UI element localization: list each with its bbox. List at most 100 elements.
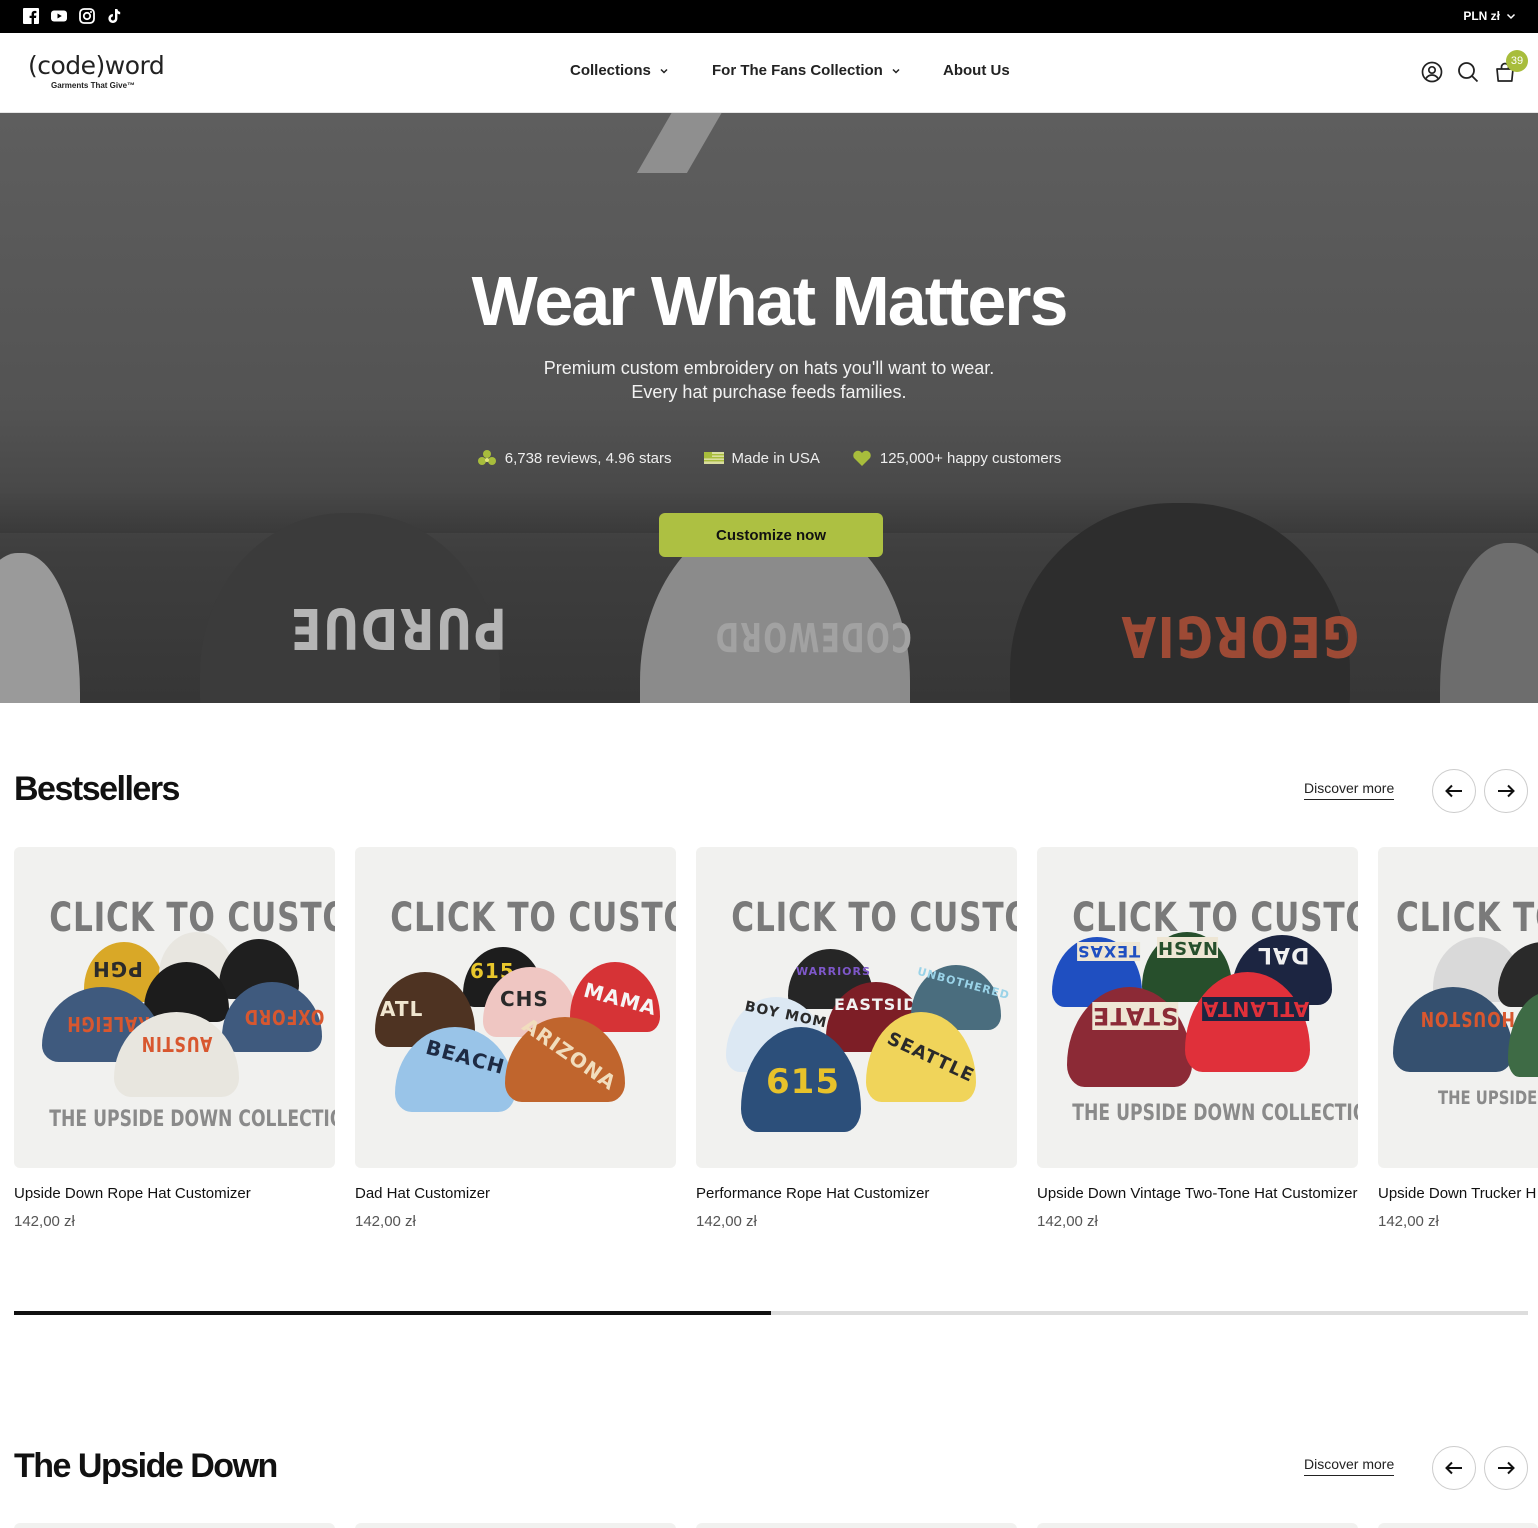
hat-label: OXFORD	[244, 1005, 325, 1029]
nav-about-us[interactable]: About Us	[943, 62, 1010, 79]
hero-cap-label-georgia: GEORGIA	[1119, 603, 1360, 668]
hat-label: TEXAS	[1077, 942, 1141, 961]
customize-now-button[interactable]: Customize now	[659, 513, 883, 557]
product-name[interactable]: Performance Rope Hat Customizer	[696, 1182, 1017, 1206]
usa-flag-icon	[703, 452, 724, 464]
reviews-badge: 6,738 reviews, 4.96 stars	[477, 449, 672, 467]
chevron-down-icon	[892, 68, 900, 74]
product-price: 142,00 zł	[355, 1213, 416, 1230]
hero-title: Wear What Matters	[471, 262, 1069, 340]
instagram-icon[interactable]	[79, 8, 95, 24]
trust-badges: 6,738 reviews, 4.96 stars Made in USA 12…	[0, 449, 1538, 467]
upside-down-card[interactable]	[1037, 1523, 1358, 1528]
product-name[interactable]: Upside Down Rope Hat Customizer	[14, 1182, 335, 1206]
collection-text: THE UPSIDE DOWN COLLECTION	[49, 1107, 335, 1132]
logo-tagline: Garments That Give™	[51, 81, 136, 90]
upside-down-card[interactable]	[355, 1523, 676, 1528]
carousel-progress-bar[interactable]	[14, 1311, 1528, 1315]
hero-cap-left-edge	[0, 553, 80, 703]
arrow-right-icon	[1498, 1461, 1515, 1475]
product-price: 142,00 zł	[1037, 1213, 1098, 1230]
product-image[interactable]: CLICK TO CUSTOMIZE WARRIORS BOY MOM EAST…	[696, 847, 1017, 1168]
product-card[interactable]: CLICK TO CUSTOMIZE TEXAS NASH DAL STATE …	[1037, 847, 1358, 1234]
nav-fans-collection[interactable]: For The Fans Collection	[712, 62, 901, 79]
bestsellers-prev-button[interactable]	[1432, 769, 1476, 813]
arrow-right-icon	[1498, 784, 1515, 798]
bestsellers-next-button[interactable]	[1484, 769, 1528, 813]
product-banner-text: CLICK TO CUSTOMIZE	[731, 895, 1017, 941]
facebook-icon[interactable]	[23, 8, 39, 24]
hero-subtitle-line2: Every hat purchase feeds families.	[631, 382, 907, 402]
product-banner-text: CLICK TO CUSTOMIZE	[49, 895, 335, 941]
product-banner-text: CLICK TO C	[1396, 895, 1538, 941]
product-price: 142,00 zł	[696, 1213, 757, 1230]
product-card[interactable]: CLICK TO CUSTOMIZE PGH RALEIGH OXFORD AU…	[14, 847, 335, 1234]
nav-fans-label: For The Fans Collection	[712, 62, 883, 79]
product-name[interactable]: Dad Hat Customizer	[355, 1182, 676, 1206]
nav-collections[interactable]: Collections	[570, 62, 669, 79]
hero-background-detail	[636, 113, 734, 173]
made-in-usa-text: Made in USA	[731, 449, 820, 467]
chevron-down-icon	[660, 68, 668, 74]
upside-down-title: The Upside Down	[14, 1447, 278, 1485]
product-price: 142,00 zł	[1378, 1213, 1439, 1230]
hat-label: STATE	[1092, 1002, 1179, 1030]
product-banner-text: CLICK TO CUSTOMIZE	[390, 895, 676, 941]
hat-label: ATL	[380, 997, 424, 1021]
logo[interactable]: (code)word Garments That Give™	[28, 51, 165, 90]
product-image[interactable]: CLICK TO C HOUSTON THE UPSIDE DOU	[1378, 847, 1538, 1168]
hero-subtitle-line1: Premium custom embroidery on hats you'll…	[543, 358, 995, 378]
product-card[interactable]: CLICK TO CUSTOMIZE 615 ATL CHS MAMA BEAC…	[355, 847, 676, 1234]
upside-down-next-button[interactable]	[1484, 1446, 1528, 1490]
hat-label: CHS	[500, 987, 549, 1011]
customers-badge: 125,000+ happy customers	[852, 449, 1061, 467]
chevron-down-icon	[1506, 13, 1516, 20]
search-icon[interactable]	[1457, 61, 1479, 83]
upside-down-prev-button[interactable]	[1432, 1446, 1476, 1490]
currency-selector[interactable]: PLN zł	[1463, 9, 1516, 23]
youtube-icon[interactable]	[51, 8, 67, 24]
announcement-bar: PLN zł	[0, 0, 1538, 33]
hero-banner: PURDUE CODEWORD GEORGIA Wear What Matter…	[0, 113, 1538, 703]
nav-collections-label: Collections	[570, 62, 651, 79]
cart-count-badge: 39	[1506, 50, 1528, 72]
upside-down-card[interactable]	[1378, 1523, 1538, 1528]
tiktok-icon[interactable]	[106, 8, 122, 24]
logo-text: (code)word	[28, 51, 165, 80]
bestsellers-discover-more-link[interactable]: Discover more	[1304, 780, 1395, 800]
hat-label: DAL	[1257, 942, 1310, 967]
hat-label: PGH	[92, 957, 143, 981]
product-price: 142,00 zł	[14, 1213, 75, 1230]
hat-label: ATLANTA	[1202, 997, 1310, 1021]
product-name[interactable]: Upside Down Trucker H	[1378, 1182, 1538, 1206]
product-card[interactable]: CLICK TO C HOUSTON THE UPSIDE DOU Upside…	[1378, 847, 1538, 1234]
collection-text: THE UPSIDE DOWN COLLECTION	[1072, 1101, 1358, 1126]
stars-icon	[477, 450, 496, 465]
hat-label: HOUSTON	[1419, 1007, 1515, 1031]
product-image[interactable]: CLICK TO CUSTOMIZE PGH RALEIGH OXFORD AU…	[14, 847, 335, 1168]
product-image[interactable]: CLICK TO CUSTOMIZE TEXAS NASH DAL STATE …	[1037, 847, 1358, 1168]
hero-cap-label-purdue: PURDUE	[289, 595, 507, 660]
currency-label: PLN zł	[1463, 9, 1500, 23]
site-header: (code)word Garments That Give™ Collectio…	[0, 33, 1538, 113]
collection-text: THE UPSIDE DOU	[1438, 1087, 1538, 1109]
heart-icon	[853, 450, 871, 466]
account-icon[interactable]	[1421, 61, 1443, 83]
hero-cap-right-edge	[1440, 543, 1538, 703]
hero-cap-label-codeword: CODEWORD	[714, 613, 912, 659]
upside-down-card[interactable]	[696, 1523, 1017, 1528]
hat-label: AUSTIN	[140, 1032, 213, 1056]
carousel-progress-fill	[14, 1311, 771, 1315]
product-name[interactable]: Upside Down Vintage Two-Tone Hat Customi…	[1037, 1182, 1358, 1206]
arrow-left-icon	[1445, 784, 1462, 798]
arrow-left-icon	[1445, 1461, 1462, 1475]
hat-label: WARRIORS	[796, 965, 871, 978]
made-in-usa-badge: Made in USA	[703, 449, 820, 467]
reviews-text: 6,738 reviews, 4.96 stars	[504, 449, 672, 467]
product-card[interactable]: CLICK TO CUSTOMIZE WARRIORS BOY MOM EAST…	[696, 847, 1017, 1234]
hat-label: NASH	[1157, 937, 1219, 958]
product-image[interactable]: CLICK TO CUSTOMIZE 615 ATL CHS MAMA BEAC…	[355, 847, 676, 1168]
customers-text: 125,000+ happy customers	[879, 449, 1062, 467]
upside-down-card[interactable]	[14, 1523, 335, 1528]
upside-down-discover-more-link[interactable]: Discover more	[1304, 1456, 1395, 1476]
